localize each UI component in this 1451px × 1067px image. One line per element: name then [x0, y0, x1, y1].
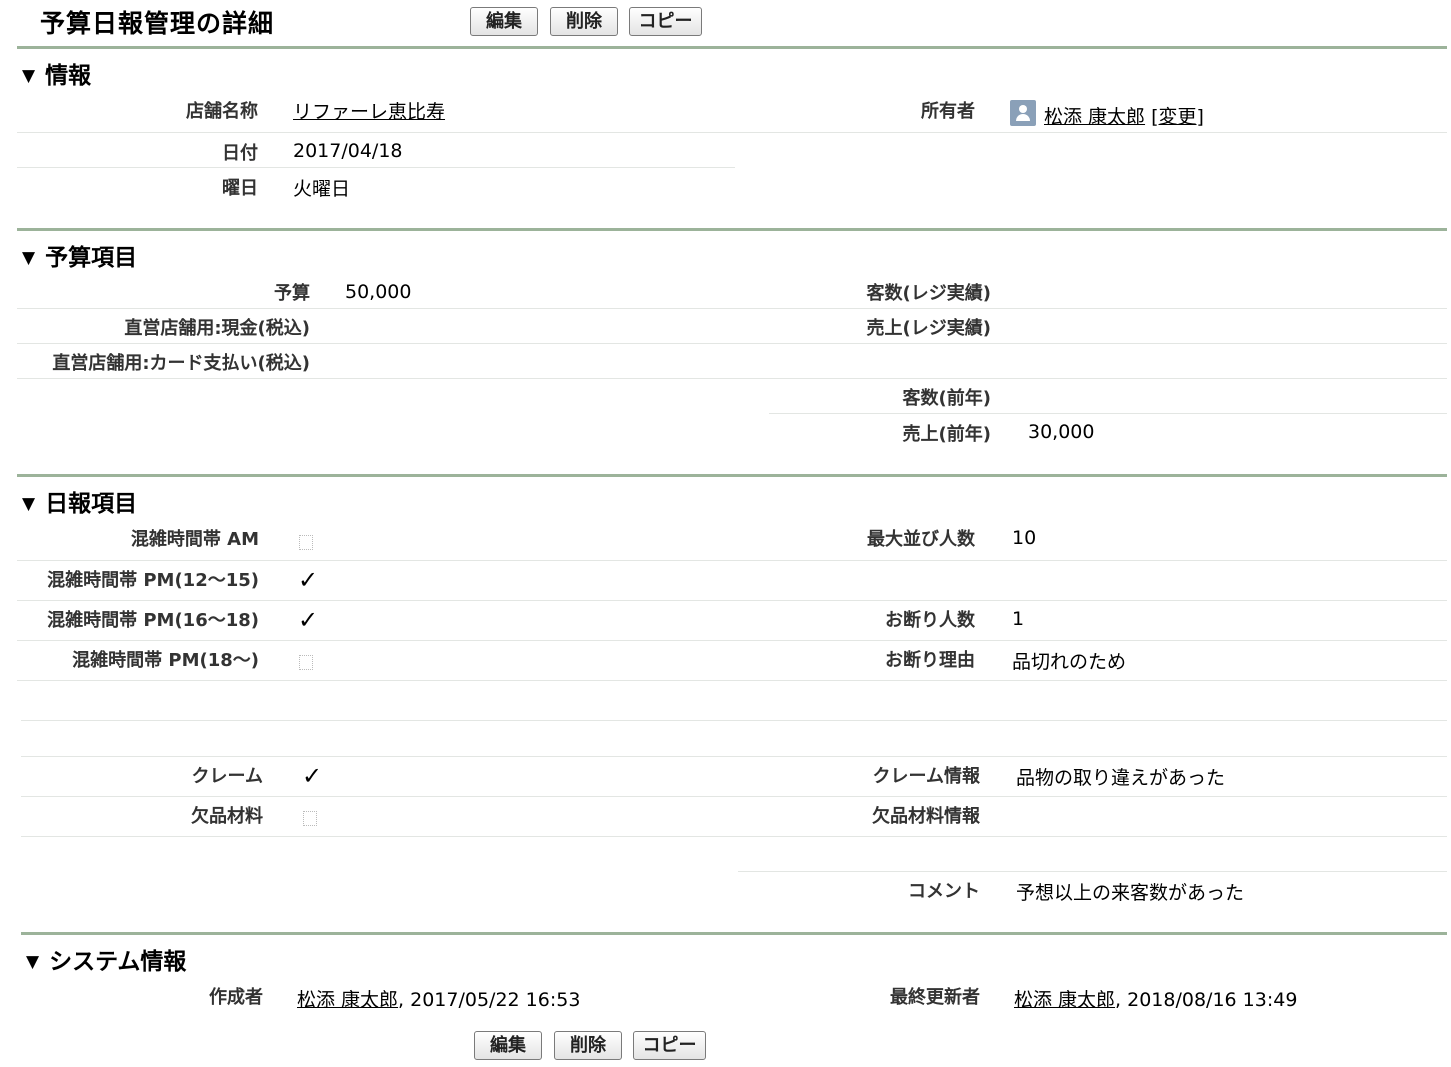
refused-label: お断り人数: [885, 610, 975, 631]
shortage-label: 欠品材料: [191, 806, 263, 827]
copy-button[interactable]: コピー: [629, 7, 702, 36]
collapse-triangle-icon[interactable]: ▼: [22, 494, 35, 514]
row-divider: [17, 640, 1447, 641]
am-checkbox: [299, 535, 313, 550]
row-divider: [21, 720, 1447, 721]
modified-time: , 2018/08/16 13:49: [1115, 989, 1298, 1011]
budget-label: 予算: [274, 283, 310, 304]
section-divider-system: [21, 932, 1447, 935]
delete-button[interactable]: 削除: [550, 7, 618, 36]
comment-value: 予想以上の来客数があった: [1016, 882, 1245, 904]
claim-info-value: 品物の取り違えがあった: [1016, 767, 1226, 789]
collapse-triangle-icon[interactable]: ▼: [26, 952, 39, 972]
refuse-reason-label: お断り理由: [885, 650, 975, 671]
section-header-daily[interactable]: ▼ 日報項目: [22, 484, 137, 518]
row-divider: [17, 132, 1447, 133]
edit-button[interactable]: 編集: [470, 7, 538, 36]
pm3-checkbox: [299, 655, 313, 670]
owner-link[interactable]: 松添 康太郎: [1044, 106, 1145, 128]
row-divider: [17, 308, 1447, 309]
modified-user-link[interactable]: 松添 康太郎: [1014, 989, 1115, 1011]
user-avatar-icon: [1010, 100, 1036, 126]
row-divider: [21, 836, 1447, 837]
created-time: , 2017/05/22 16:53: [398, 989, 581, 1011]
budget-value: 50,000: [345, 281, 412, 303]
date-label: 日付: [222, 143, 258, 164]
claim-info-label: クレーム情報: [872, 766, 980, 787]
max-queue-value: 10: [1012, 527, 1037, 549]
modified-label: 最終更新者: [890, 987, 980, 1008]
row-divider: [17, 378, 1447, 379]
claim-checkmark-icon: ✓: [302, 762, 323, 790]
owner-change-link[interactable]: [変更]: [1151, 106, 1204, 128]
row-divider: [17, 600, 1447, 601]
store-label: 店舗名称: [186, 101, 258, 122]
refused-value: 1: [1012, 608, 1025, 630]
pm3-label: 混雑時間帯 PM(18〜): [72, 650, 259, 671]
row-divider: [21, 796, 1447, 797]
collapse-triangle-icon[interactable]: ▼: [22, 248, 35, 268]
comment-label: コメント: [908, 881, 980, 902]
created-value: 松添 康太郎, 2017/05/22 16:53: [297, 985, 580, 1012]
created-user-link[interactable]: 松添 康太郎: [297, 989, 398, 1011]
pm2-label: 混雑時間帯 PM(16〜18): [47, 610, 259, 631]
reg-customers-label: 客数(レジ実績): [866, 283, 991, 304]
delete-button-bottom[interactable]: 削除: [554, 1031, 622, 1060]
reg-sales-label: 売上(レジ実績): [866, 318, 991, 339]
pm1-label: 混雑時間帯 PM(12〜15): [47, 570, 259, 591]
page-title: 予算日報管理の詳細: [40, 9, 275, 38]
prev-sales-value: 30,000: [1028, 421, 1095, 443]
shortage-info-label: 欠品材料情報: [872, 806, 980, 827]
edit-button-bottom[interactable]: 編集: [474, 1031, 542, 1060]
store-link[interactable]: リファーレ恵比寿: [293, 97, 445, 124]
date-value: 2017/04/18: [293, 140, 403, 162]
prev-customers-label: 客数(前年): [902, 388, 991, 409]
shortage-checkbox: [303, 811, 317, 826]
row-divider: [21, 756, 1447, 757]
section-divider-budget: [17, 228, 1447, 231]
row-divider: [17, 167, 735, 168]
row-divider: [17, 680, 1447, 681]
row-divider: [17, 560, 1447, 561]
owner-label: 所有者: [921, 101, 975, 122]
am-label: 混雑時間帯 AM: [130, 529, 259, 550]
pm1-checkmark-icon: ✓: [298, 566, 319, 594]
copy-button-bottom[interactable]: コピー: [633, 1031, 706, 1060]
pm2-checkmark-icon: ✓: [298, 606, 319, 634]
row-divider: [738, 871, 1447, 872]
collapse-triangle-icon[interactable]: ▼: [22, 66, 35, 86]
row-divider: [17, 343, 1447, 344]
section-divider-info: [17, 46, 1447, 49]
weekday-label: 曜日: [222, 178, 258, 199]
section-header-system[interactable]: ▼ システム情報: [26, 942, 186, 976]
claim-label: クレーム: [191, 766, 263, 787]
section-header-info[interactable]: ▼ 情報: [22, 56, 91, 90]
prev-sales-label: 売上(前年): [902, 424, 991, 445]
card-label: 直営店舗用:カード支払い(税込): [52, 353, 310, 374]
refuse-reason-value: 品切れのため: [1012, 651, 1127, 673]
cash-label: 直営店舗用:現金(税込): [124, 318, 310, 339]
weekday-value: 火曜日: [293, 178, 351, 200]
section-divider-daily: [17, 474, 1447, 477]
max-queue-label: 最大並び人数: [867, 529, 975, 550]
section-header-budget[interactable]: ▼ 予算項目: [22, 238, 137, 272]
owner-value: 松添 康太郎 [変更]: [1044, 102, 1204, 129]
modified-value: 松添 康太郎, 2018/08/16 13:49: [1014, 985, 1297, 1012]
row-divider: [769, 413, 1447, 414]
created-label: 作成者: [209, 987, 263, 1008]
